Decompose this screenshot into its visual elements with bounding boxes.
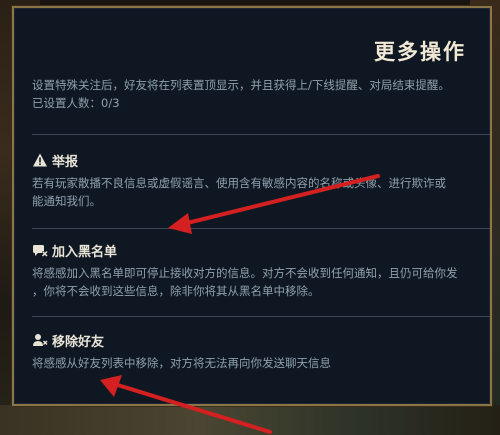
report-description-line1: 若有玩家散播不良信息或虚假谣言、使用含有敏感内容的名称或头像、进行欺诈或 <box>32 176 446 190</box>
more-actions-panel: 更多操作 设置特殊关注后，好友将在列表置顶显示，并且获得上/下线提醒、对局结束提… <box>12 6 492 406</box>
remove-friend-description: 将感感从好友列表中移除，对方将无法再向你发送聊天信息 <box>32 356 331 370</box>
blacklist-title: 加入黑名单 <box>52 244 118 260</box>
remove-friend-option[interactable]: 移除好友 将感感从好友列表中移除，对方将无法再向你发送聊天信息 <box>32 330 490 372</box>
block-user-icon <box>33 245 48 257</box>
warning-icon <box>33 153 47 167</box>
divider <box>32 228 490 229</box>
remove-friend-title: 移除好友 <box>52 334 105 350</box>
blacklist-description-line2: ，你将不会收到这些信息，除非你将其从黑名单中移除。 <box>32 284 320 298</box>
panel-title: 更多操作 <box>374 40 466 64</box>
special-follow-description: 设置特殊关注后，好友将在列表置顶显示，并且获得上/下线提醒、对局结束提醒。 <box>32 78 450 92</box>
report-option[interactable]: 举报 若有玩家散播不良信息或虚假谣言、使用含有敏感内容的名称或头像、进行欺诈或 … <box>32 150 490 210</box>
report-title: 举报 <box>52 154 79 170</box>
background-bottom <box>0 405 500 435</box>
remove-friend-icon <box>33 334 48 346</box>
divider <box>32 316 490 317</box>
special-follow-count: 已设置人数：0/3 <box>32 96 120 110</box>
special-follow-info: 设置特殊关注后，好友将在列表置顶显示，并且获得上/下线提醒、对局结束提醒。 已设… <box>32 76 490 112</box>
divider <box>32 134 490 135</box>
blacklist-description-line1: 将感感加入黑名单即可停止接收对方的信息。对方不会收到任何通知，且仍可给你发 <box>32 266 458 280</box>
blacklist-option[interactable]: 加入黑名单 将感感加入黑名单即可停止接收对方的信息。对方不会收到任何通知，且仍可… <box>32 240 490 300</box>
report-description-line2: 能通知我们。 <box>32 194 101 208</box>
